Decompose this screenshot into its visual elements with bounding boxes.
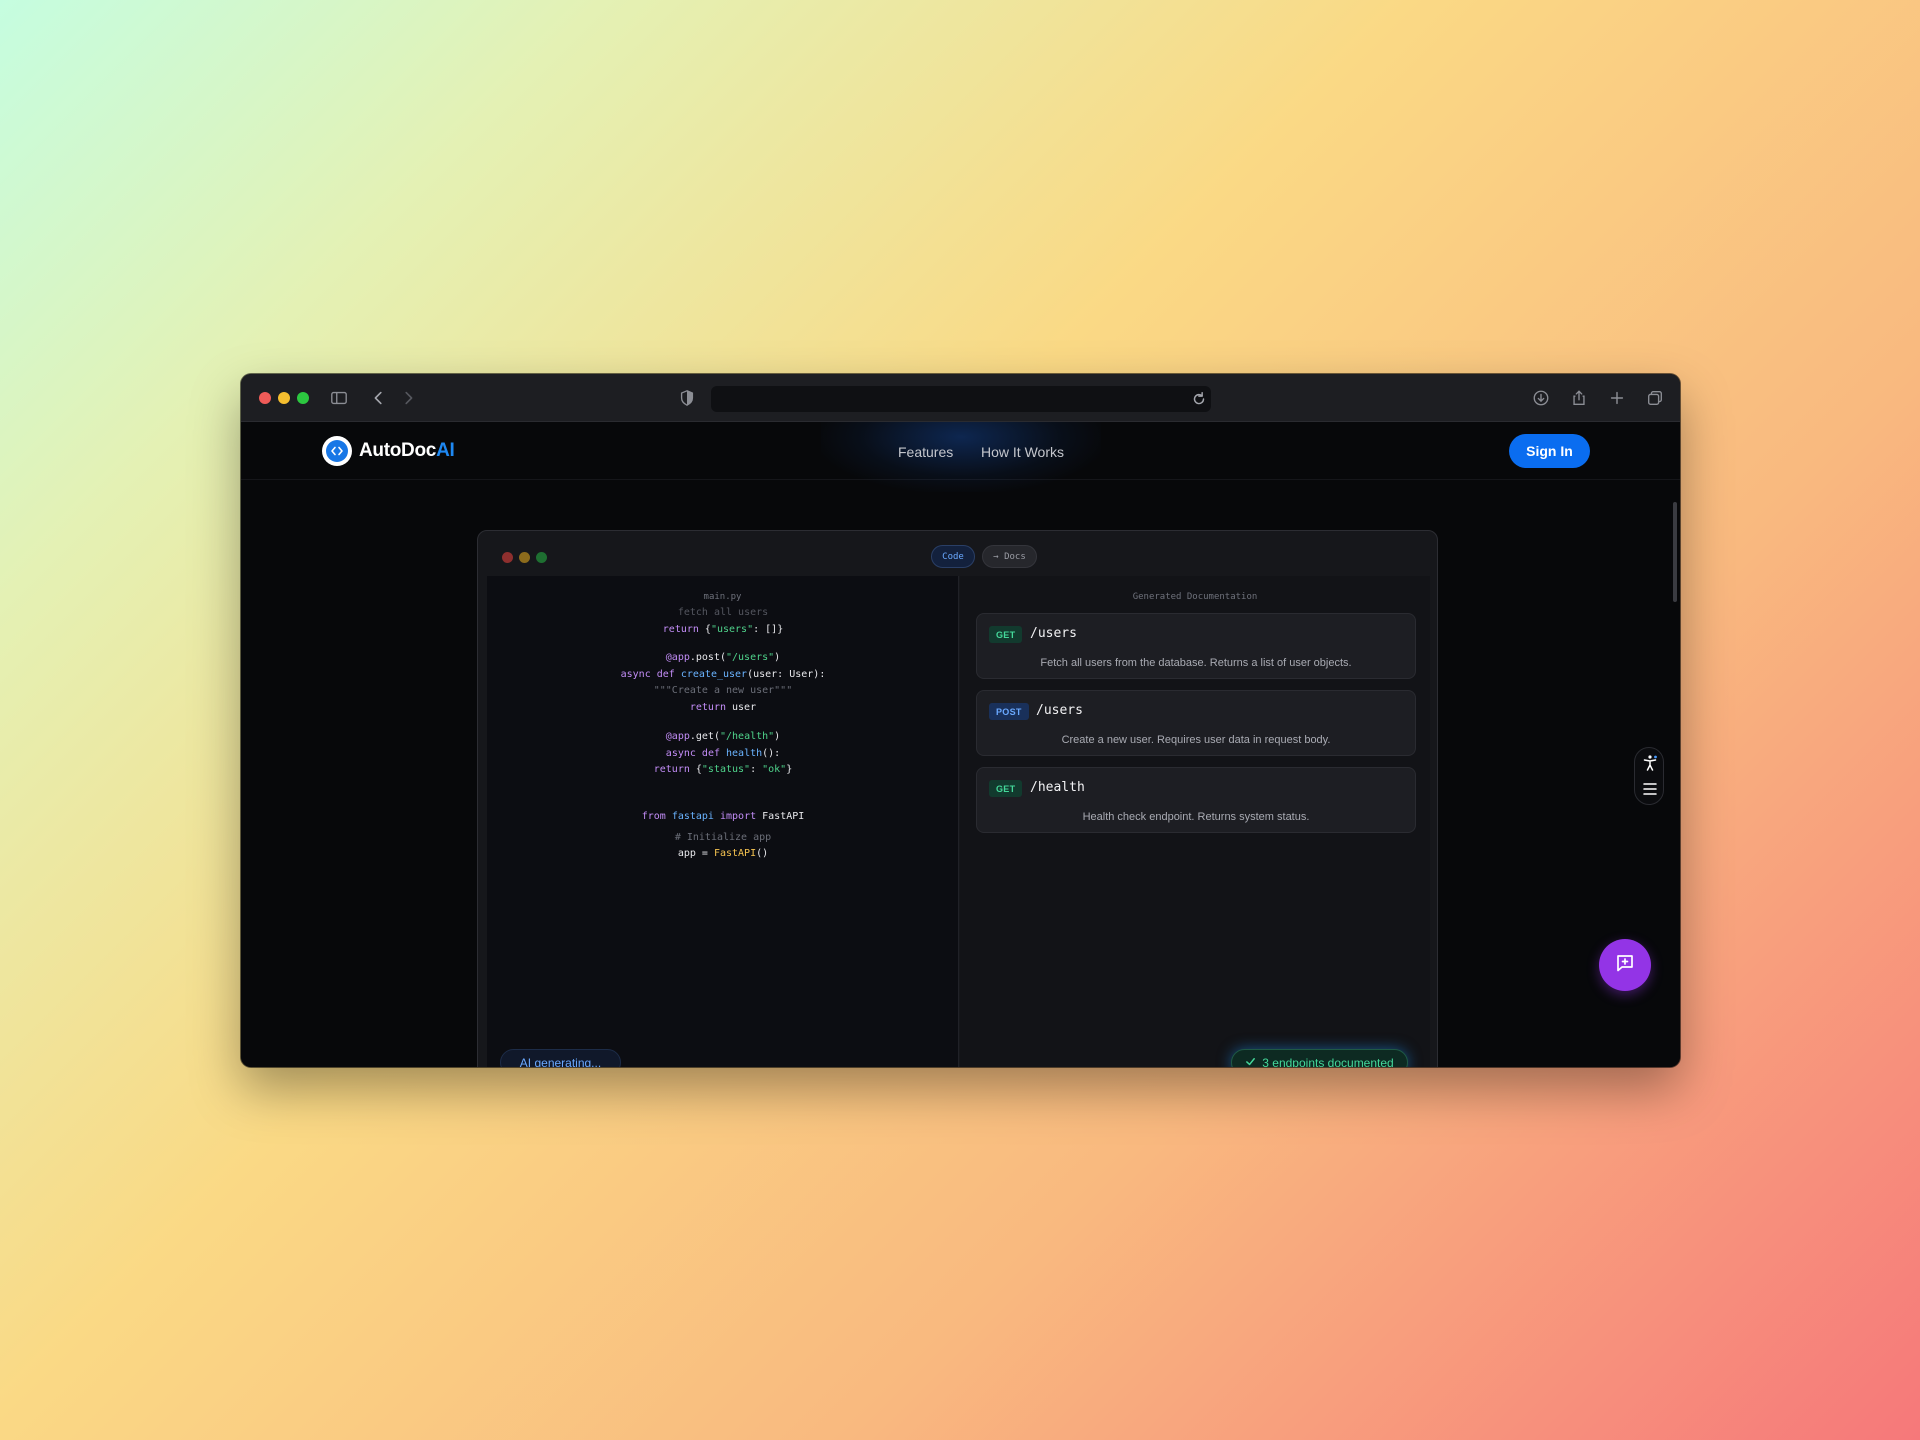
tab-code[interactable]: Code [931, 545, 975, 568]
logo-wordmark-main: AutoDoc [359, 440, 437, 461]
menu-icon[interactable] [1642, 782, 1658, 801]
documentation-pane: Generated Documentation GET /users Fetch… [960, 576, 1430, 1067]
logo-wordmark-accent: AI [436, 440, 455, 461]
site-header: AutoDocAI Features How It Works Sign In [241, 422, 1680, 492]
code-line: @app.get("/health") [665, 731, 781, 742]
code-line: return user [689, 702, 757, 713]
code-line: from fastapi import FastAPI [641, 811, 805, 822]
code-line: # Initialize app [674, 832, 772, 843]
code-line: fetch all users [677, 607, 769, 618]
code-editor-pane: main.py fetch all users return {"users":… [487, 576, 959, 1067]
endpoint-path: /users [1036, 703, 1083, 718]
method-badge-post: POST [989, 703, 1029, 720]
sign-in-button[interactable]: Sign In [1509, 434, 1590, 468]
code-filename: main.py [703, 592, 742, 602]
endpoint-description: Fetch all users from the database. Retur… [1040, 657, 1352, 669]
endpoint-path: /users [1030, 626, 1077, 641]
method-badge-get: GET [989, 780, 1023, 797]
code-line: return {"users": []} [662, 624, 784, 635]
tab-docs[interactable]: → Docs [982, 545, 1037, 568]
endpoints-documented-status: 3 endpoints documented [1231, 1049, 1408, 1067]
endpoint-description: Health check endpoint. Returns system st… [1082, 811, 1310, 823]
accessibility-icon[interactable] [1641, 754, 1659, 777]
accessibility-widget[interactable] [1634, 747, 1664, 805]
share-icon[interactable] [1569, 388, 1589, 408]
endpoint-path: /health [1030, 780, 1085, 795]
privacy-shield-icon[interactable] [677, 388, 697, 408]
demo-zoom-dot [536, 552, 547, 563]
close-window-button[interactable] [259, 392, 271, 404]
back-icon[interactable] [369, 388, 389, 408]
code-line: app = FastAPI() [677, 848, 769, 859]
code-line: async def create_user(user: User): [620, 669, 826, 680]
site-logo[interactable]: AutoDocAI [322, 436, 455, 466]
new-tab-icon[interactable] [1607, 388, 1627, 408]
endpoint-card[interactable]: POST /users Create a new user. Requires … [976, 690, 1416, 756]
endpoint-description: Create a new user. Requires user data in… [1061, 734, 1331, 746]
downloads-icon[interactable] [1531, 388, 1551, 408]
method-badge-get: GET [989, 626, 1023, 643]
code-line: return {"status": "ok"} [653, 764, 793, 775]
minimize-window-button[interactable] [278, 392, 290, 404]
code-line: @app.post("/users") [665, 652, 781, 663]
demo-minimize-dot [519, 552, 530, 563]
nav-link-how-it-works[interactable]: How It Works [981, 444, 1064, 460]
checkmark-icon [1245, 1056, 1256, 1068]
browser-toolbar [241, 374, 1680, 422]
demo-close-dot [502, 552, 513, 563]
reload-icon[interactable] [1189, 389, 1209, 409]
docs-title: Generated Documentation [1132, 592, 1258, 602]
sidebar-toggle-icon[interactable] [329, 388, 349, 408]
zoom-window-button[interactable] [297, 392, 309, 404]
logo-wordmark: AutoDocAI [359, 440, 455, 462]
code-line: async def health(): [665, 748, 781, 759]
code-brackets-icon [322, 436, 352, 466]
chat-button[interactable] [1599, 939, 1651, 991]
nav-link-features[interactable]: Features [898, 444, 953, 460]
page-scrollbar[interactable] [1673, 502, 1677, 602]
tab-overview-icon[interactable] [1645, 388, 1665, 408]
chat-add-icon [1614, 952, 1636, 979]
browser-window: AutoDocAI Features How It Works Sign In … [241, 374, 1680, 1067]
endpoint-card[interactable]: GET /health Health check endpoint. Retur… [976, 767, 1416, 833]
code-line: """Create a new user""" [653, 685, 793, 696]
ai-generating-status: AI generating... [500, 1049, 621, 1067]
demo-window-titlebar: Code → Docs [478, 531, 1437, 575]
page-content: AutoDocAI Features How It Works Sign In … [241, 422, 1680, 1067]
demo-window: Code → Docs main.py fetch all users retu… [477, 530, 1438, 1067]
forward-icon[interactable] [398, 388, 418, 408]
endpoints-documented-label: 3 endpoints documented [1262, 1055, 1394, 1068]
endpoint-card[interactable]: GET /users Fetch all users from the data… [976, 613, 1416, 679]
address-bar[interactable] [711, 386, 1211, 412]
